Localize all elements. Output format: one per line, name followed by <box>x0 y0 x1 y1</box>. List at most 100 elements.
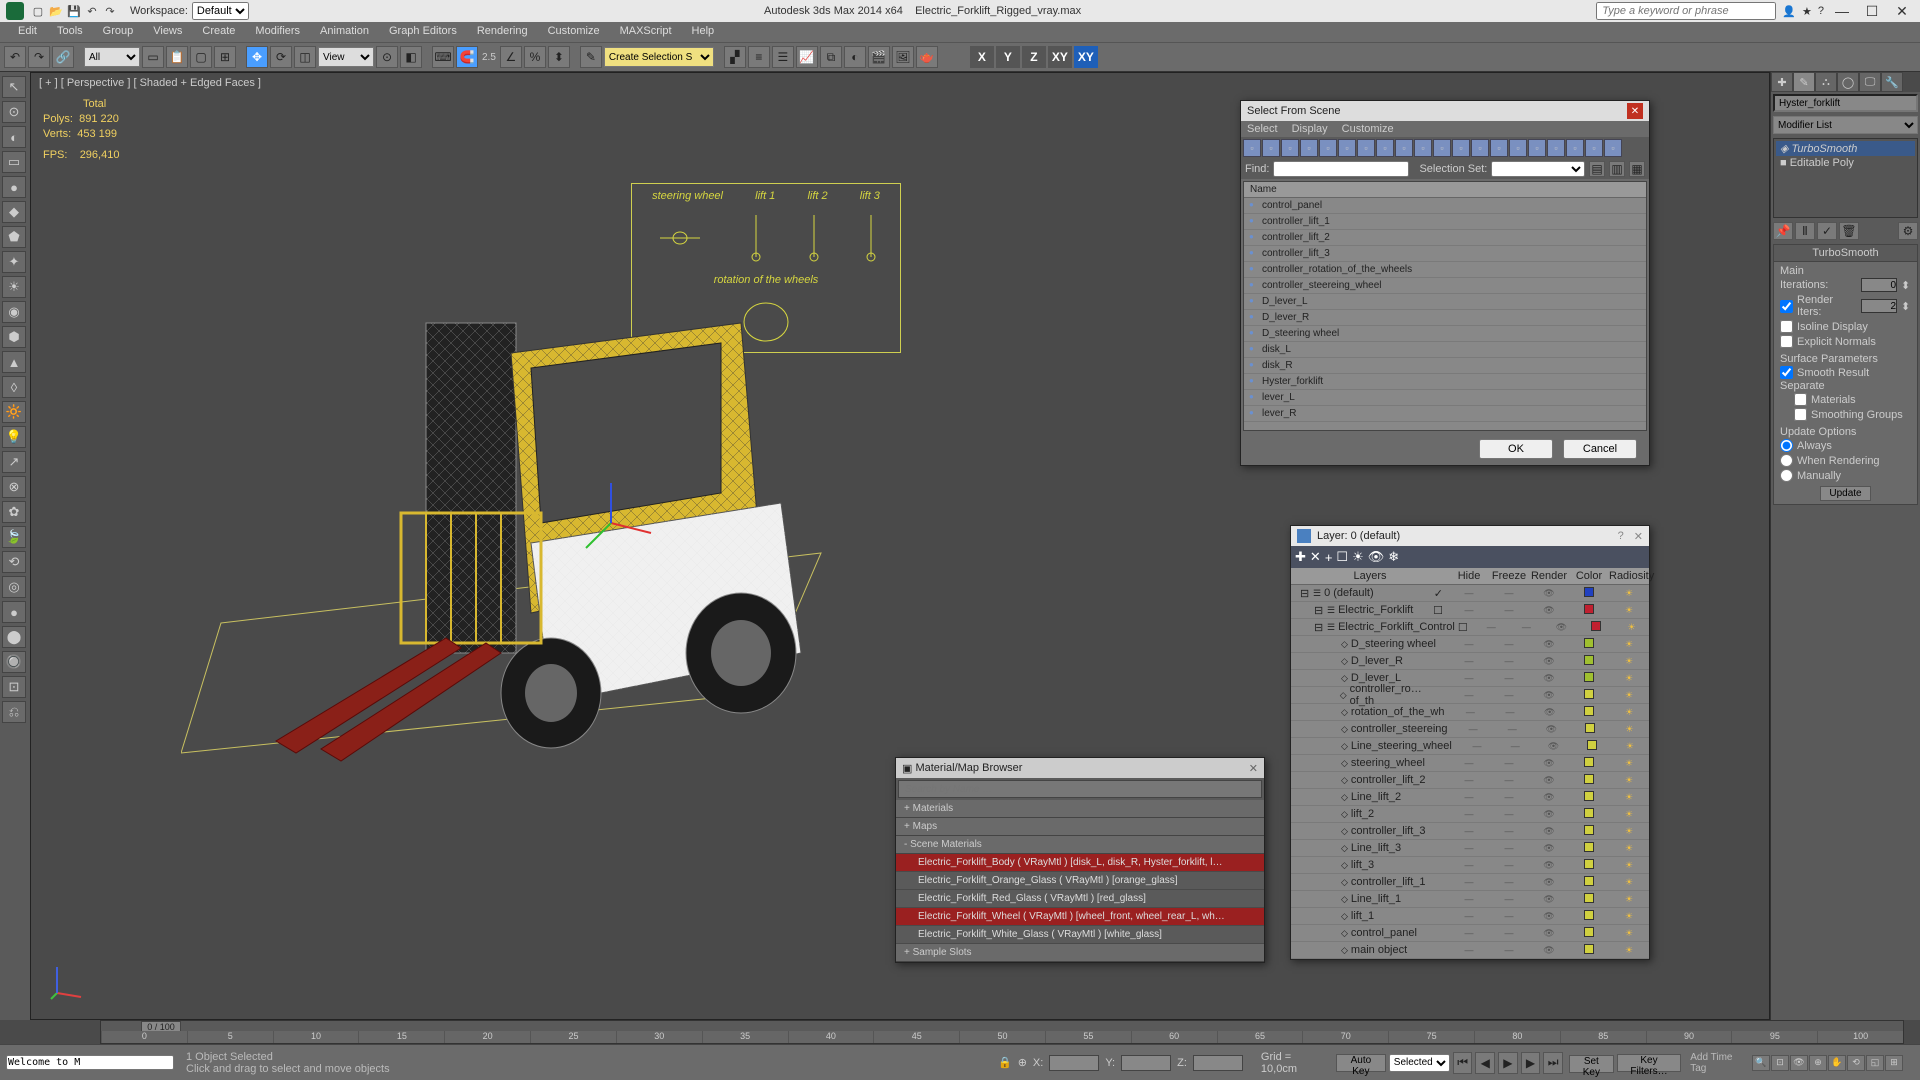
open-icon[interactable]: 📂 <box>48 3 64 19</box>
matbrowser-close-icon[interactable]: ✕ <box>1249 762 1258 775</box>
goto-start-icon[interactable]: ⏮ <box>1453 1052 1473 1074</box>
app-logo-icon[interactable] <box>6 2 24 20</box>
menu-views[interactable]: Views <box>143 22 192 42</box>
left-tool-24[interactable]: ⊡ <box>2 676 26 698</box>
sfs-tool2-icon[interactable]: ▥ <box>1609 161 1625 177</box>
snap-toggle-button[interactable]: 🧲 <box>456 46 478 68</box>
save-icon[interactable]: 💾 <box>66 3 82 19</box>
sfs-filter-19[interactable]: ▫ <box>1604 139 1622 157</box>
axis-z[interactable]: Z <box>1022 46 1046 68</box>
sfs-item[interactable]: lever_R <box>1244 406 1646 422</box>
layers-sel-icon[interactable]: ☐ <box>1336 549 1348 565</box>
help-search-input[interactable] <box>1596 2 1776 20</box>
angle-snap-button[interactable]: ∠ <box>500 46 522 68</box>
nav-1[interactable]: ⊡ <box>1771 1055 1789 1071</box>
prev-frame-icon[interactable]: ◀ <box>1475 1052 1495 1074</box>
sfs-filter-14[interactable]: ▫ <box>1509 139 1527 157</box>
axis-x[interactable]: X <box>970 46 994 68</box>
link-button[interactable]: 🔗 <box>52 46 74 68</box>
minimize-button[interactable]: — <box>1830 2 1854 20</box>
redo-button[interactable]: ↷ <box>28 46 50 68</box>
configure-icon[interactable]: ⚙ <box>1898 222 1918 240</box>
layer-row[interactable]: ◇D_lever_R——👁☀ <box>1291 653 1649 670</box>
update-button[interactable]: Update <box>1820 486 1870 501</box>
render-frame-button[interactable]: 🖼 <box>892 46 914 68</box>
axis-y[interactable]: Y <box>996 46 1020 68</box>
pin-stack-icon[interactable]: 📌 <box>1773 222 1793 240</box>
add-time-tag[interactable]: Add Time Tag <box>1690 1052 1744 1074</box>
layers-close-icon[interactable]: ✕ <box>1634 530 1643 543</box>
nav-2[interactable]: 👁 <box>1790 1055 1808 1071</box>
render-iters-check[interactable] <box>1780 300 1793 313</box>
left-tool-16[interactable]: ⊗ <box>2 476 26 498</box>
goto-end-icon[interactable]: ⏭ <box>1543 1052 1563 1074</box>
left-tool-5[interactable]: ◆ <box>2 201 26 223</box>
coord-z-input[interactable] <box>1193 1055 1243 1071</box>
menu-maxscript[interactable]: MAXScript <box>610 22 682 42</box>
nav-0[interactable]: 🔍 <box>1752 1055 1770 1071</box>
menu-modifiers[interactable]: Modifiers <box>245 22 310 42</box>
layer-row[interactable]: ◇Line_lift_3——👁☀ <box>1291 840 1649 857</box>
sfs-filter-3[interactable]: ▫ <box>1300 139 1318 157</box>
layer-row[interactable]: ⊟☰Electric_Forklift_Control☐——👁☀ <box>1291 619 1649 636</box>
nav-6[interactable]: ◱ <box>1866 1055 1884 1071</box>
redo-icon[interactable]: ↷ <box>102 3 118 19</box>
sep-sg-check[interactable] <box>1794 408 1807 421</box>
layers-grid[interactable]: LayersHideFreezeRenderColorRadiosity ⊟☰0… <box>1291 568 1649 959</box>
explicit-check[interactable] <box>1780 335 1793 348</box>
sfs-filter-2[interactable]: ▫ <box>1281 139 1299 157</box>
create-tab-icon[interactable]: ✚ <box>1771 72 1793 92</box>
layer-row[interactable]: ◇controller_lift_1——👁☀ <box>1291 874 1649 891</box>
sfs-filter-13[interactable]: ▫ <box>1490 139 1508 157</box>
sfs-item[interactable]: controller_lift_2 <box>1244 230 1646 246</box>
materials-section[interactable]: + Materials <box>896 800 1264 818</box>
left-tool-18[interactable]: 🍃 <box>2 526 26 548</box>
matbrowser-search-input[interactable] <box>898 780 1262 798</box>
sfs-selset-dropdown[interactable] <box>1491 161 1585 177</box>
sfs-filter-8[interactable]: ▫ <box>1395 139 1413 157</box>
layer-row[interactable]: ⊟☰Electric_Forklift☐——👁☀ <box>1291 602 1649 619</box>
modify-tab-icon[interactable]: ✎ <box>1793 72 1815 92</box>
material-editor-button[interactable]: ◐ <box>844 46 866 68</box>
menu-customize[interactable]: Customize <box>538 22 610 42</box>
material-item[interactable]: Electric_Forklift_Red_Glass ( VRayMtl ) … <box>896 890 1264 908</box>
sfs-close-icon[interactable]: ✕ <box>1627 103 1643 119</box>
setkey-button[interactable]: Set Key <box>1569 1055 1614 1073</box>
left-tool-13[interactable]: 🔆 <box>2 401 26 423</box>
layer-row[interactable]: ◇controller_lift_3——👁☀ <box>1291 823 1649 840</box>
select-object-button[interactable]: ▭ <box>142 46 164 68</box>
left-tool-8[interactable]: ☀ <box>2 276 26 298</box>
sfs-filter-10[interactable]: ▫ <box>1433 139 1451 157</box>
sfs-filter-5[interactable]: ▫ <box>1338 139 1356 157</box>
left-tool-1[interactable]: ⊙ <box>2 101 26 123</box>
workspace-dropdown[interactable]: Default <box>192 2 249 20</box>
rect-region-button[interactable]: ▢ <box>190 46 212 68</box>
coord-x-input[interactable] <box>1049 1055 1099 1071</box>
window-crossing-button[interactable]: ⊞ <box>214 46 236 68</box>
sfs-item[interactable]: disk_R <box>1244 358 1646 374</box>
menu-graph-editors[interactable]: Graph Editors <box>379 22 467 42</box>
layer-row[interactable]: ◇controller_steereing——👁☀ <box>1291 721 1649 738</box>
ref-coord-dropdown[interactable]: View <box>318 47 374 67</box>
update-manually-radio[interactable] <box>1780 469 1793 482</box>
render-iters-input[interactable] <box>1861 299 1897 313</box>
menu-tools[interactable]: Tools <box>47 22 93 42</box>
layers-hide-icon[interactable]: 👁 <box>1368 549 1385 565</box>
subscription-icon[interactable]: 👤 <box>1782 5 1796 18</box>
sfs-filter-0[interactable]: ▫ <box>1243 139 1261 157</box>
maxscript-listener[interactable] <box>6 1055 174 1070</box>
viewport-label[interactable]: [ + ] [ Perspective ] [ Shaded + Edged F… <box>39 77 261 89</box>
abs-rel-icon[interactable]: ⊕ <box>1018 1056 1027 1069</box>
sfs-item[interactable]: D_lever_L <box>1244 294 1646 310</box>
next-frame-icon[interactable]: ▶ <box>1521 1052 1541 1074</box>
left-tool-11[interactable]: ▲ <box>2 351 26 373</box>
spinner-snap-button[interactable]: ⬍ <box>548 46 570 68</box>
menu-edit[interactable]: Edit <box>8 22 47 42</box>
left-tool-0[interactable]: ↖ <box>2 76 26 98</box>
named-selset-dropdown[interactable]: Create Selection S <box>604 47 714 67</box>
layer-row[interactable]: ◇control_panel——👁☀ <box>1291 925 1649 942</box>
lock-icon[interactable]: 🔒 <box>998 1056 1012 1069</box>
layers-delete-icon[interactable]: ✕ <box>1310 549 1321 565</box>
sample-slots-section[interactable]: + Sample Slots <box>896 944 1264 962</box>
layer-row[interactable]: ⊟☰0 (default)✓——👁☀ <box>1291 585 1649 602</box>
